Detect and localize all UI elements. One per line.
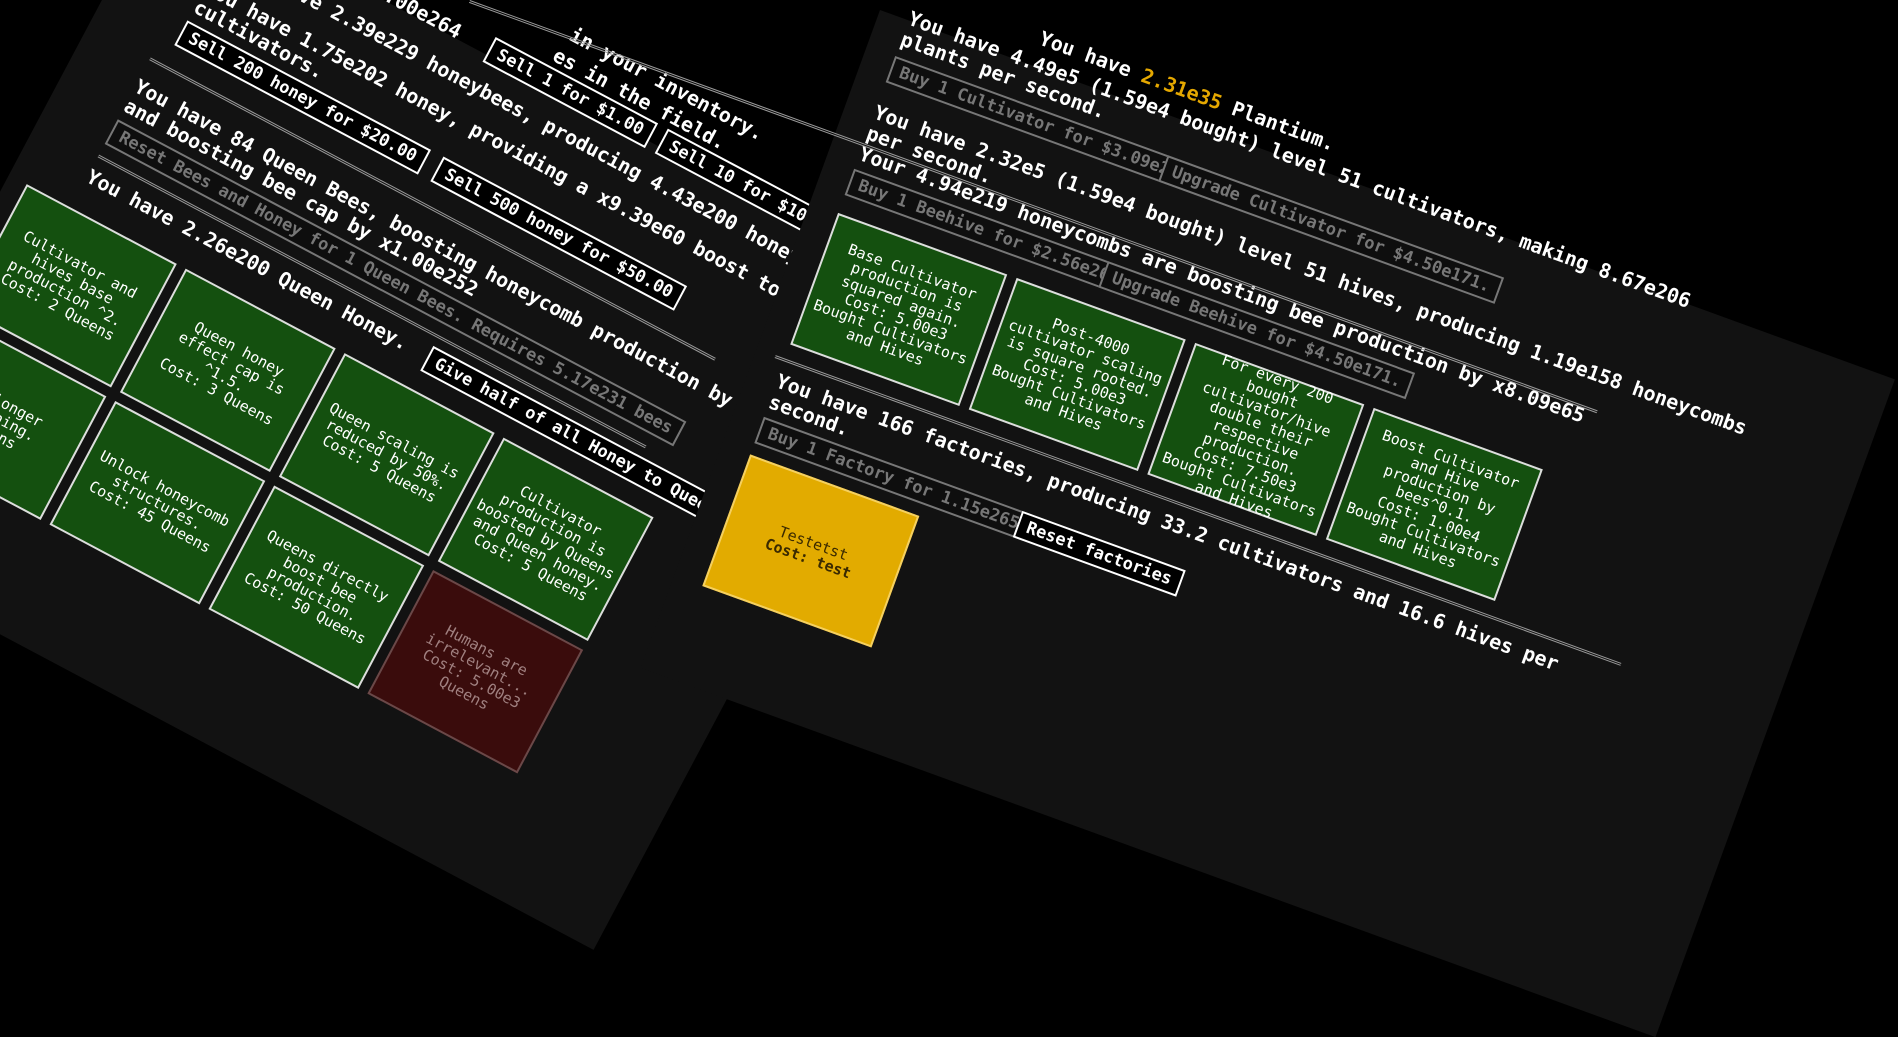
plants-panel: You have 2.31e35 Plantium. You have 4.49… — [640, 6, 1895, 1037]
upgrade-card[interactable]: Boost Cultivator and Hive production by … — [1325, 407, 1543, 601]
